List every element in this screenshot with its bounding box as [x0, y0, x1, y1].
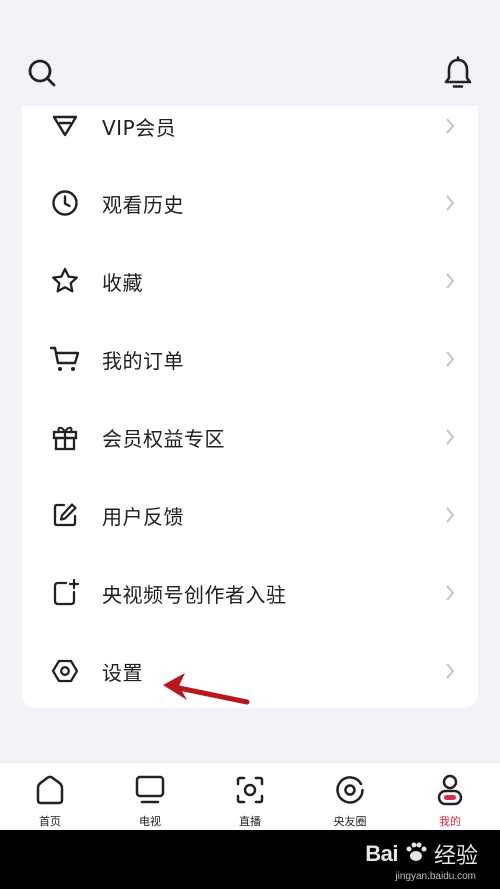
tab-label: 电视 — [139, 815, 161, 828]
settings-icon — [48, 654, 82, 688]
menu-item-orders[interactable]: 我的订单 — [22, 320, 478, 398]
menu-item-label: 我的订单 — [102, 348, 184, 373]
bell-icon[interactable] — [440, 55, 476, 91]
cart-icon — [48, 342, 82, 376]
circle-icon — [333, 773, 367, 807]
menu-item-label: 观看历史 — [102, 192, 184, 217]
annotation-arrow-icon — [163, 673, 250, 705]
chevron-right-icon — [442, 660, 458, 682]
chevron-right-icon — [442, 504, 458, 526]
tab-label: 首页 — [39, 815, 61, 828]
menu-item-label: 收藏 — [102, 270, 143, 295]
menu-item-favorites[interactable]: 收藏 — [22, 242, 478, 320]
tab-label: 我的 — [439, 815, 461, 828]
watermark-bar: Bai 经验 jingyan.baidu.com — [0, 830, 500, 889]
tab-tv[interactable]: 电视 — [100, 763, 200, 830]
menu-item-label: 设置 — [102, 660, 143, 685]
menu-item-label: 央视频号创作者入驻 — [102, 582, 287, 607]
live-icon — [233, 773, 267, 807]
tab-home[interactable]: 首页 — [0, 763, 100, 830]
chevron-right-icon — [442, 270, 458, 292]
gift-icon — [48, 420, 82, 454]
chevron-right-icon — [442, 115, 458, 137]
tab-mine[interactable]: 我的 — [400, 763, 500, 830]
menu-item-label: 用户反馈 — [102, 504, 184, 529]
tab-label: 央友圈 — [333, 815, 367, 828]
chevron-right-icon — [442, 348, 458, 370]
menu-item-label: 会员权益专区 — [102, 426, 225, 451]
chevron-right-icon — [442, 582, 458, 604]
diamond-icon — [48, 109, 82, 143]
watermark-brand: Bai — [365, 841, 398, 866]
chevron-right-icon — [442, 192, 458, 214]
paw-icon — [404, 840, 428, 868]
home-icon — [33, 773, 67, 807]
tv-icon — [133, 773, 167, 807]
menu-item-label: VIP会员 — [102, 115, 177, 140]
tab-circle[interactable]: 央友圈 — [300, 763, 400, 830]
menu-item-vip[interactable]: VIP会员 — [22, 106, 478, 165]
watermark-suffix: 经验 — [433, 844, 478, 869]
creator-icon — [48, 576, 82, 610]
star-icon — [48, 264, 82, 298]
clock-icon — [48, 186, 82, 220]
search-icon[interactable] — [24, 55, 60, 91]
menu-item-member-benefits[interactable]: 会员权益专区 — [22, 398, 478, 476]
bottom-tab-bar: 首页 电视 直播 央友圈 我的 — [0, 762, 500, 830]
profile-icon — [433, 773, 467, 807]
menu-item-feedback[interactable]: 用户反馈 — [22, 476, 478, 554]
watermark-url: jingyan.baidu.com — [395, 871, 476, 882]
tab-live[interactable]: 直播 — [200, 763, 300, 830]
top-bar — [0, 0, 500, 112]
menu-item-history[interactable]: 观看历史 — [22, 164, 478, 242]
menu-item-creator[interactable]: 央视频号创作者入驻 — [22, 554, 478, 632]
tab-label: 直播 — [239, 815, 261, 828]
menu-card: VIP会员 观看历史 收藏 我的订单 会员权益专区 用户反馈 央视频号创作者入驻… — [22, 106, 478, 708]
chevron-right-icon — [442, 426, 458, 448]
watermark: Bai 经验 jingyan.baidu.com — [365, 838, 478, 882]
edit-icon — [48, 498, 82, 532]
